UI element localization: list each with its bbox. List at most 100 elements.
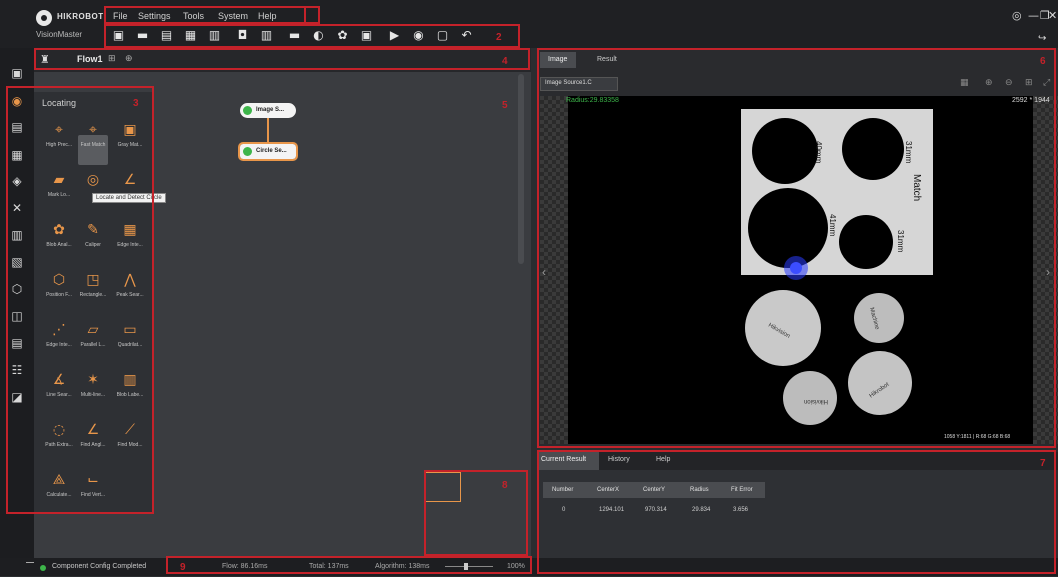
tool-label: Gray Mat... <box>117 142 143 148</box>
column-header[interactable]: Radius <box>690 487 709 493</box>
fit-icon[interactable]: ▦ <box>960 78 969 88</box>
tool-item[interactable]: ✎ Caliper <box>73 222 113 248</box>
zoom-out-icon[interactable]: ⊖ <box>1005 78 1013 88</box>
image-icon: ▣ <box>123 122 137 138</box>
tab-image[interactable]: Image <box>548 56 567 63</box>
calibration-icon[interactable]: ◈ <box>8 172 26 190</box>
alignment-icon[interactable]: ✕ <box>8 199 26 217</box>
defect-icon[interactable]: ⬡ <box>8 280 26 298</box>
tab-flow1[interactable]: Flow1 <box>77 54 103 64</box>
menu-settings[interactable]: Settings <box>138 11 171 21</box>
controller-icon[interactable]: ▥ <box>260 29 273 42</box>
label-31mm: 31mm <box>904 141 913 164</box>
calc-icon: ⟁ <box>52 472 66 488</box>
tool-item[interactable]: ⌖ Fast Match <box>73 122 113 148</box>
deep-learning-icon[interactable]: ☷ <box>8 361 26 379</box>
crosshair-icon[interactable]: ⊞ <box>1025 78 1033 88</box>
node-circle-search[interactable]: Circle Se... <box>238 142 298 161</box>
menu-help[interactable]: Help <box>258 11 277 21</box>
layout-icon[interactable]: ▥ <box>208 29 221 42</box>
coin-3-text: Hikvision <box>804 398 828 404</box>
undo-icon[interactable]: ↶ <box>460 29 473 42</box>
path-icon: ◌ <box>52 422 66 438</box>
tool-item[interactable]: ⟋ Find Mod... <box>110 422 150 448</box>
stop-icon[interactable]: ▢ <box>436 29 449 42</box>
line-icon: ∡ <box>52 372 66 388</box>
status-collapse-icon[interactable] <box>26 562 34 563</box>
share-icon[interactable]: ↪ <box>1038 33 1046 44</box>
tool-label: Rectangle... <box>79 292 107 298</box>
tab-help[interactable]: Help <box>656 456 670 463</box>
color-process-icon[interactable]: ▧ <box>8 253 26 271</box>
list-icon[interactable]: ▬ <box>288 29 301 42</box>
menu-file[interactable]: File <box>113 11 128 21</box>
tool-item[interactable]: ▥ Blob Labe... <box>110 372 150 398</box>
column-header[interactable]: CenterX <box>597 487 619 493</box>
node-connector <box>267 118 269 142</box>
column-header[interactable]: CenterY <box>643 487 665 493</box>
tool-item[interactable]: ▦ Edge Inte... <box>110 222 150 248</box>
hole-41mm <box>748 188 828 268</box>
zoom-in-icon[interactable]: ⊕ <box>985 78 993 88</box>
play-once-icon[interactable]: ▶ <box>388 29 401 42</box>
user-icon[interactable]: ◎ <box>1012 9 1022 22</box>
contrast-icon[interactable]: ◐ <box>312 29 325 42</box>
tool-item[interactable]: ∠ Find Angl... <box>73 422 113 448</box>
tool-item[interactable]: ✶ Multi-line... <box>73 372 113 398</box>
measure-icon[interactable]: ▤ <box>8 118 26 136</box>
prev-image-icon[interactable]: ‹ <box>542 265 546 279</box>
next-image-icon[interactable]: › <box>1046 265 1050 279</box>
fullscreen-icon[interactable]: ⤢ <box>1043 78 1050 88</box>
tab-current-result[interactable]: Current Result <box>541 456 586 463</box>
settings-icon[interactable]: ✿ <box>336 29 349 42</box>
panel-icon[interactable]: ▣ <box>360 29 373 42</box>
zoom-slider[interactable] <box>445 566 493 567</box>
image-source-icon[interactable]: ▣ <box>8 64 26 82</box>
menu-system[interactable]: System <box>218 11 248 21</box>
target-icon: ⌖ <box>55 122 63 138</box>
label-40mm: 40mm <box>814 141 823 164</box>
menu-tools[interactable]: Tools <box>183 11 204 21</box>
save-as-icon[interactable]: ▤ <box>160 29 173 42</box>
app-name: VisionMaster <box>36 30 83 39</box>
tool-item[interactable]: ▱ Parallel L... <box>73 322 113 348</box>
column-header[interactable]: Number <box>552 487 573 493</box>
flow-tree-icon[interactable]: ♜ <box>40 53 50 66</box>
tool-label: Blob Labe... <box>116 392 144 398</box>
node-image-source[interactable]: Image S... <box>240 103 296 118</box>
tool-label: Mark Lo... <box>47 192 71 198</box>
flow-settings-icon[interactable]: ⊕ <box>125 53 133 64</box>
camera-icon[interactable]: ◘ <box>236 29 249 42</box>
image-process-icon[interactable]: ▥ <box>8 226 26 244</box>
tool-item[interactable]: ◳ Rectangle... <box>73 272 113 298</box>
flow-scrollbar[interactable] <box>518 74 524 264</box>
minimap-viewport[interactable] <box>424 472 461 502</box>
communication-icon[interactable]: ▤ <box>8 334 26 352</box>
tool-item[interactable]: ⋀ Peak Sear... <box>110 272 150 298</box>
label-match: Match <box>911 174 922 201</box>
tool-item[interactable]: ∠ <box>110 172 150 192</box>
tool-item[interactable]: ⌙ Find Vert... <box>73 472 113 498</box>
open-folder-icon[interactable]: ▬ <box>136 29 149 42</box>
tab-result[interactable]: Result <box>597 56 617 63</box>
logic-icon[interactable]: ◫ <box>8 307 26 325</box>
recognition-icon[interactable]: ▦ <box>8 146 26 164</box>
quad-icon: ▭ <box>123 322 137 338</box>
tool-item[interactable]: ◎ <box>73 172 113 192</box>
tool-item[interactable]: ▣ Gray Mat... <box>110 122 150 148</box>
save-icon[interactable]: ▣ <box>112 29 125 42</box>
total-time: Total: 137ms <box>309 563 349 570</box>
grid-icon[interactable]: ▦ <box>184 29 197 42</box>
tool-label: Multi-line... <box>80 392 106 398</box>
label-31mm-b: 31mm <box>896 230 905 253</box>
zoom-slider-handle[interactable] <box>464 563 468 570</box>
tool-item[interactable]: ▭ Quadrilat... <box>110 322 150 348</box>
custom-icon[interactable]: ◪ <box>8 388 26 406</box>
run-icon[interactable]: ◉ <box>412 29 425 42</box>
minimize-icon[interactable]: — <box>1028 9 1039 22</box>
add-flow-icon[interactable]: ⊞ <box>108 53 116 64</box>
locating-icon[interactable]: ◉ <box>8 92 26 110</box>
column-header[interactable]: Fit Error <box>731 487 753 493</box>
tab-history[interactable]: History <box>608 456 630 463</box>
close-icon[interactable]: ✕ <box>1048 9 1057 22</box>
